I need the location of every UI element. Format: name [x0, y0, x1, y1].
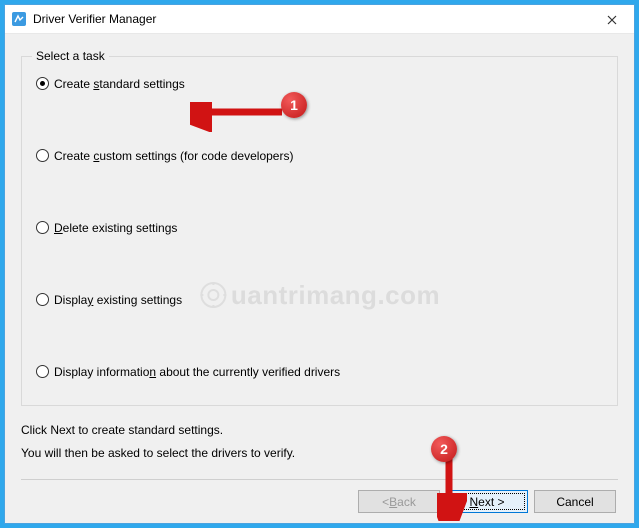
radio-icon	[36, 293, 49, 306]
titlebar[interactable]: Driver Verifier Manager	[5, 5, 634, 34]
annotation-badge-1: 1	[281, 92, 307, 118]
button-row: < Back Next > Cancel	[21, 490, 618, 513]
client-area: Select a task Create standard settings C…	[5, 34, 634, 523]
radio-display-existing[interactable]: Display existing settings	[36, 291, 603, 309]
radio-list: Create standard settings Create custom s…	[22, 57, 617, 381]
next-button[interactable]: Next >	[446, 490, 528, 513]
radio-icon	[36, 365, 49, 378]
radio-icon	[36, 77, 49, 90]
radio-display-info[interactable]: Display information about the currently …	[36, 363, 603, 381]
radio-delete-existing[interactable]: Delete existing settings	[36, 219, 603, 237]
close-button[interactable]	[589, 5, 634, 34]
app-icon	[11, 11, 27, 27]
separator	[21, 479, 618, 480]
radio-icon	[36, 221, 49, 234]
radio-label: Create standard settings	[54, 77, 185, 91]
groupbox-title: Select a task	[32, 49, 109, 63]
dialog-window: Driver Verifier Manager Select a task Cr…	[4, 4, 635, 524]
radio-create-custom[interactable]: Create custom settings (for code develop…	[36, 147, 603, 165]
close-icon	[607, 15, 617, 25]
radio-label: Display existing settings	[54, 293, 182, 307]
radio-label: Create custom settings (for code develop…	[54, 149, 293, 163]
radio-icon	[36, 149, 49, 162]
radio-label: Delete existing settings	[54, 221, 177, 235]
back-button: < Back	[358, 490, 440, 513]
info-text: Click Next to create standard settings. …	[21, 420, 618, 465]
info-line-2: You will then be asked to select the dri…	[21, 443, 618, 465]
window-title: Driver Verifier Manager	[33, 12, 156, 26]
task-groupbox: Select a task Create standard settings C…	[21, 56, 618, 406]
cancel-button[interactable]: Cancel	[534, 490, 616, 513]
info-line-1: Click Next to create standard settings.	[21, 420, 618, 442]
annotation-badge-2: 2	[431, 436, 457, 462]
radio-create-standard[interactable]: Create standard settings	[36, 75, 603, 93]
radio-label: Display information about the currently …	[54, 365, 340, 379]
